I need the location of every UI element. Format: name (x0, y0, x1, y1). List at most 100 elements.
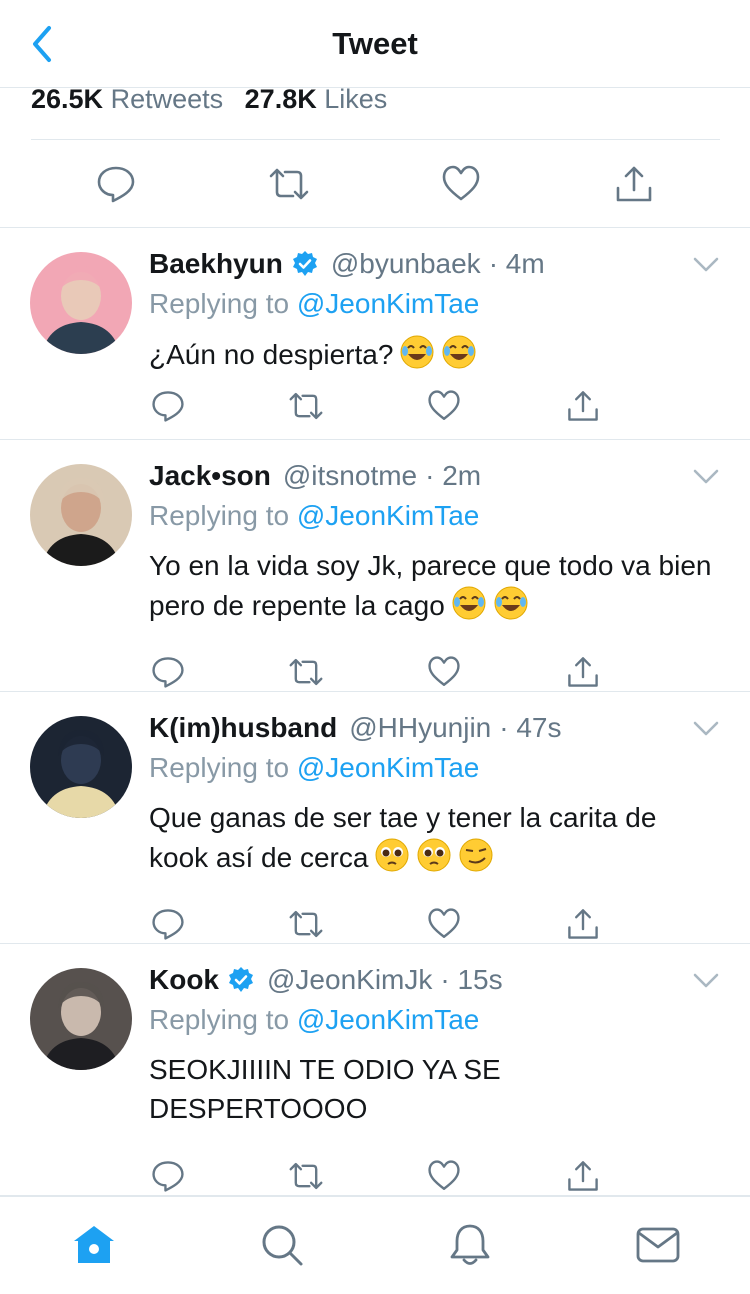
heart-icon (428, 390, 460, 420)
chevron-down-icon[interactable] (692, 970, 720, 992)
reply-button[interactable] (94, 162, 138, 206)
avatar-image (30, 252, 132, 354)
share-button[interactable] (563, 1156, 603, 1196)
reply-icon (97, 166, 135, 203)
reply-tweet[interactable]: Baekhyun @byunbaek · 4m Replying to @JeonKi… (0, 228, 750, 440)
retweet-icon (289, 910, 323, 938)
reply-text: Que ganas de ser tae y tener la carita d… (149, 798, 719, 877)
avatar-image (30, 716, 132, 818)
reply-text: SEOKJIIIIN TE ODIO YA SE DESPERTOOOO (149, 1050, 719, 1128)
replying-prefix: Replying to (149, 288, 290, 319)
user-handle[interactable]: @byunbaek (331, 248, 481, 280)
user-handle[interactable]: @JeonKimJk (267, 964, 432, 996)
reply-action-bar (0, 386, 750, 426)
bottom-tab-bar (0, 1196, 750, 1294)
pleading-face-emoji (375, 838, 409, 872)
heart-icon (428, 1160, 460, 1190)
reply-header: Kook @JeonKimJk · 15s (149, 964, 503, 996)
replying-to-link[interactable]: @JeonKimTae (297, 1004, 480, 1035)
avatar-image (30, 968, 132, 1070)
like-button[interactable] (424, 652, 464, 692)
avatar[interactable] (30, 464, 132, 566)
replying-to-link[interactable]: @JeonKimTae (297, 288, 480, 319)
bell-icon (450, 1224, 490, 1265)
smirking-face-emoji (459, 838, 493, 872)
tweet-stats: 26.5K Retweets 27.8K Likes (31, 84, 401, 115)
reply-button[interactable] (148, 386, 188, 426)
user-handle[interactable]: @HHyunjin (349, 712, 491, 744)
share-icon (568, 657, 598, 687)
heart-icon (428, 908, 460, 938)
avatar[interactable] (30, 252, 132, 354)
replying-to: Replying to @JeonKimTae (149, 500, 479, 532)
like-button[interactable] (439, 162, 483, 206)
retweets-count: 26.5K (31, 84, 104, 114)
retweet-icon (289, 392, 323, 420)
display-name[interactable]: Baekhyun (149, 248, 283, 280)
share-button[interactable] (563, 904, 603, 944)
share-button[interactable] (612, 162, 656, 206)
search-icon (262, 1225, 303, 1266)
pleading-face-emoji (417, 838, 451, 872)
reply-tweet[interactable]: Jack•son @itsnotme · 2m Replying to @JeonKi… (0, 440, 750, 692)
display-name[interactable]: K(im)husband (149, 712, 337, 744)
chevron-down-icon[interactable] (692, 718, 720, 740)
display-name[interactable]: Kook (149, 964, 219, 996)
retweet-icon (289, 658, 323, 686)
reply-text: Yo en la vida soy Jk, parece que todo va… (149, 546, 719, 625)
likes-label[interactable]: Likes (324, 84, 387, 114)
reply-header: Baekhyun @byunbaek · 4m (149, 248, 545, 280)
tab-search[interactable] (258, 1221, 306, 1269)
like-button[interactable] (424, 904, 464, 944)
user-handle[interactable]: @itsnotme (283, 460, 417, 492)
verified-badge-icon (292, 251, 317, 276)
share-button[interactable] (563, 386, 603, 426)
reply-button[interactable] (148, 1156, 188, 1196)
tab-messages[interactable] (634, 1221, 682, 1269)
reply-header: K(im)husband @HHyunjin · 47s (149, 712, 562, 744)
heart-icon (442, 165, 480, 201)
reply-tweet[interactable]: Kook @JeonKimJk · 15s Replying to @JeonKimT… (0, 944, 750, 1196)
like-button[interactable] (424, 386, 464, 426)
retweet-button[interactable] (286, 1156, 326, 1196)
reply-header: Jack•son @itsnotme · 2m (149, 460, 481, 492)
verified-badge-icon (229, 967, 253, 992)
avatar[interactable] (30, 716, 132, 818)
replying-prefix: Replying to (149, 1004, 290, 1035)
replying-to-link[interactable]: @JeonKimTae (297, 500, 480, 531)
share-icon (568, 909, 598, 939)
reply-button[interactable] (148, 904, 188, 944)
like-button[interactable] (424, 1156, 464, 1196)
share-icon (616, 166, 652, 202)
face-with-tears-of-joy-emoji (494, 586, 528, 620)
retweet-button[interactable] (286, 904, 326, 944)
reply-tweet[interactable]: K(im)husband @HHyunjin · 47s Replying to @J… (0, 692, 750, 944)
avatar[interactable] (30, 968, 132, 1070)
timestamp: · 47s (499, 712, 562, 743)
reply-action-bar (0, 904, 750, 944)
likes-count: 27.8K (244, 84, 317, 114)
chevron-down-icon[interactable] (692, 254, 720, 276)
tab-notifications[interactable] (446, 1221, 494, 1269)
avatar-image (30, 464, 132, 566)
replying-to: Replying to @JeonKimTae (149, 288, 479, 320)
tab-home[interactable] (70, 1221, 118, 1269)
share-button[interactable] (563, 652, 603, 692)
chevron-down-icon[interactable] (692, 466, 720, 488)
replying-to: Replying to @JeonKimTae (149, 752, 479, 784)
retweet-icon (269, 168, 309, 200)
replying-prefix: Replying to (149, 752, 290, 783)
replying-to: Replying to @JeonKimTae (149, 1004, 479, 1036)
display-name[interactable]: Jack•son (149, 460, 271, 492)
face-with-tears-of-joy-emoji (400, 335, 434, 369)
retweets-label[interactable]: Retweets (111, 84, 224, 114)
reply-button[interactable] (148, 652, 188, 692)
timestamp: · 4m (488, 248, 545, 279)
replying-to-link[interactable]: @JeonKimTae (297, 752, 480, 783)
retweet-button[interactable] (267, 162, 311, 206)
reply-icon (152, 1161, 184, 1192)
tweet-action-bar (0, 140, 750, 228)
top-bar: Tweet (0, 0, 750, 88)
retweet-button[interactable] (286, 386, 326, 426)
retweet-button[interactable] (286, 652, 326, 692)
